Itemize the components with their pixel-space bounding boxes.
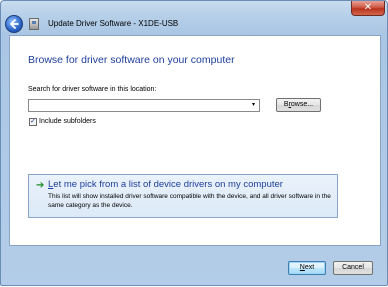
- search-location-combobox[interactable]: ▾: [28, 99, 260, 112]
- content-pane: Browse for driver software on your compu…: [9, 35, 381, 246]
- title-bar: Update Driver Software - X1DE-USB ✕: [1, 1, 388, 35]
- pick-from-list-description: This list will show installed driver sof…: [48, 193, 331, 209]
- back-arrow-icon[interactable]: [5, 15, 23, 33]
- chevron-down-icon[interactable]: ▾: [248, 100, 259, 111]
- check-icon: ✓: [30, 118, 36, 125]
- search-location-label: Search for driver software in this locat…: [28, 86, 157, 93]
- pick-from-list-title: Let me pick from a list of device driver…: [48, 179, 283, 190]
- next-button[interactable]: Next: [288, 261, 326, 275]
- cancel-button[interactable]: Cancel: [333, 261, 373, 275]
- device-manager-icon: [29, 18, 39, 30]
- include-subfolders-label[interactable]: Include subfolders: [39, 118, 96, 125]
- green-arrow-icon: ➔: [36, 180, 45, 191]
- close-icon: ✕: [363, 2, 373, 13]
- close-button[interactable]: ✕: [351, 1, 385, 16]
- window-title: Update Driver Software - X1DE-USB: [48, 19, 179, 28]
- button-bar: Next Cancel: [1, 246, 388, 287]
- include-subfolders-checkbox[interactable]: ✓: [29, 118, 37, 126]
- next-label-rest: ext: [304, 264, 315, 271]
- browse-button[interactable]: Browse...: [276, 98, 321, 112]
- pick-from-list-option[interactable]: ➔ Let me pick from a list of device driv…: [28, 174, 338, 218]
- pick-from-list-title-rest: et me pick from a list of device drivers…: [53, 179, 283, 190]
- browse-label-rest: owse...: [290, 101, 314, 108]
- dialog-window: Update Driver Software - X1DE-USB ✕ Brow…: [0, 0, 388, 286]
- page-title: Browse for driver software on your compu…: [28, 54, 235, 66]
